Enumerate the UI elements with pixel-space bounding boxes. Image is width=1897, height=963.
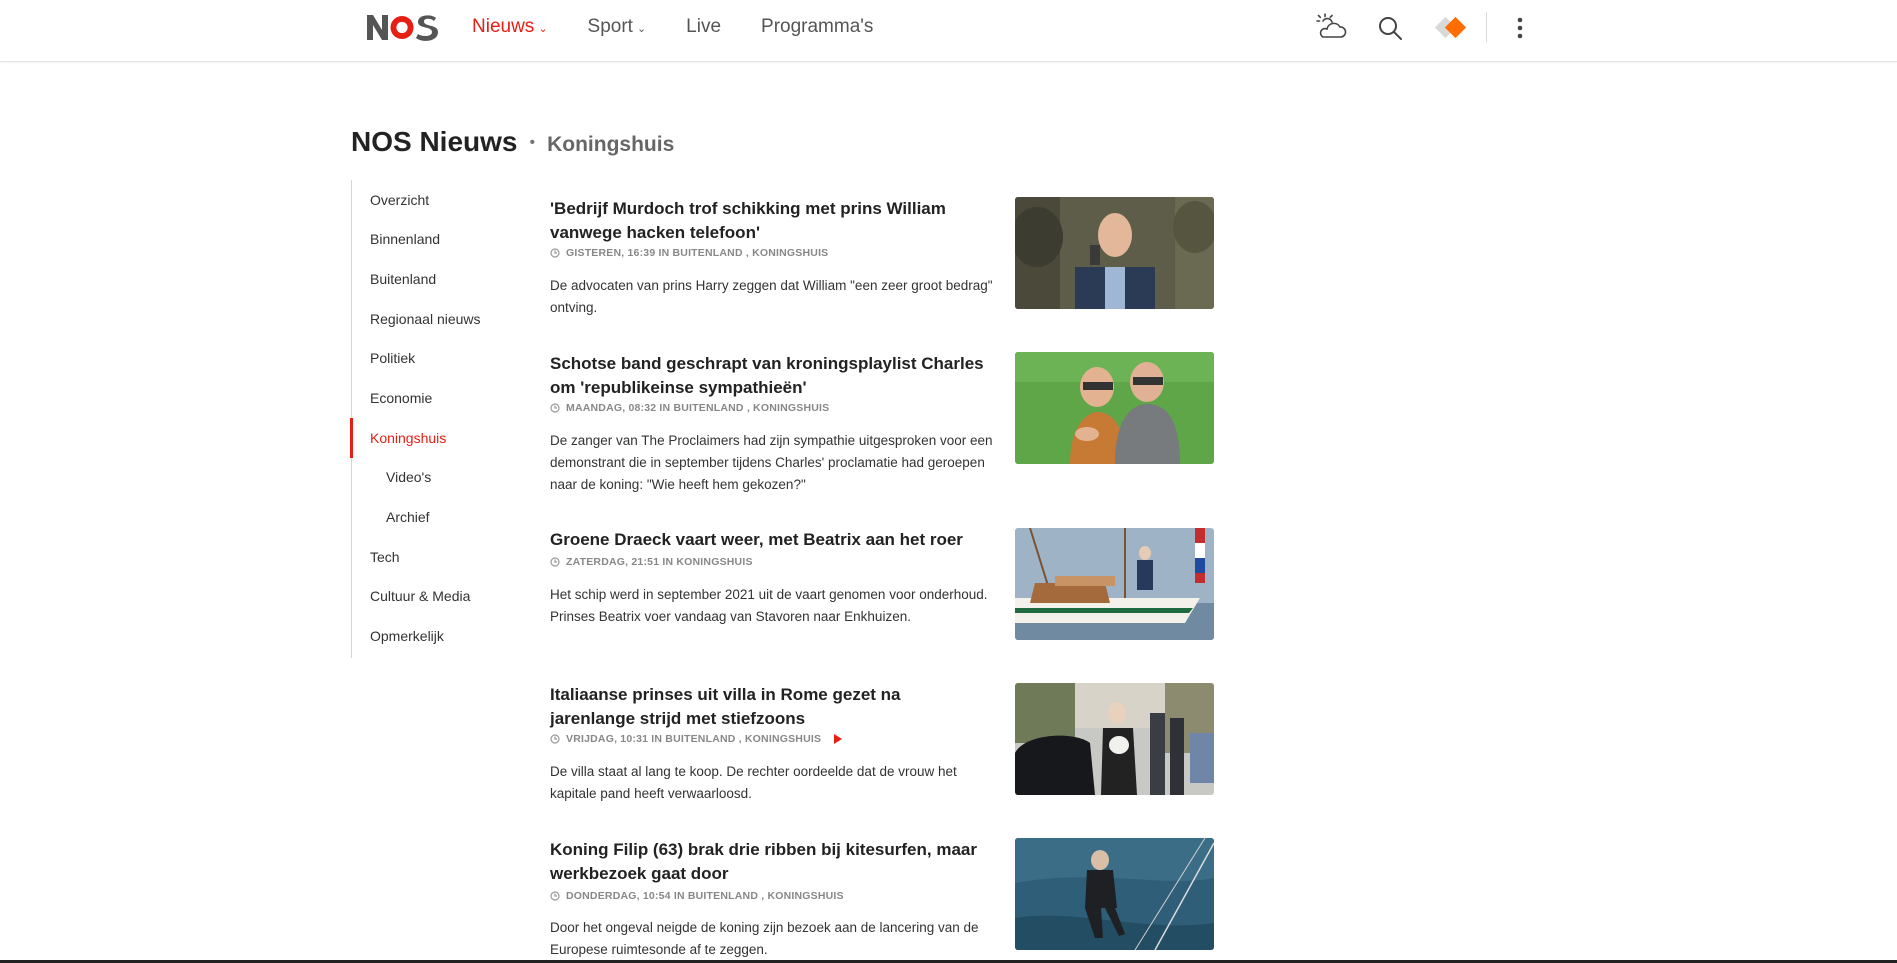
chevron-down-icon: ⌄ [636,23,647,35]
nav-sport-label: Sport [587,16,633,37]
article-title[interactable]: 'Bedrijf Murdoch trof schikking met prin… [550,197,990,245]
clock-icon [550,734,560,744]
nav-live[interactable]: Live [686,15,721,39]
chevron-down-icon: ⌄ [538,23,548,35]
section-sidebar: Overzicht Binnenland Buitenland Regionaa… [350,180,511,658]
clock-icon [550,403,560,413]
sidebar-item-binnenland[interactable]: Binnenland [352,227,440,251]
article-meta: ZATERDAG, 21:51 IN KONINGSHUIS [550,556,753,568]
sidebar-item-buitenland[interactable]: Buitenland [352,267,436,291]
sidebar-item-videos[interactable]: Video's [352,465,431,489]
nos-logo[interactable] [366,12,439,42]
nav-nieuws-label: Nieuws [472,16,535,37]
title-separator: • [529,134,536,151]
video-play-icon [833,734,843,744]
article-item[interactable]: Groene Draeck vaart weer, met Beatrix aa… [550,528,1215,648]
article-title[interactable]: Schotse band geschrapt van kroningsplayl… [550,352,990,400]
article-summary: De villa staat al lang te koop. De recht… [550,764,957,801]
article-item[interactable]: Italiaanse prinses uit villa in Rome gez… [550,683,1215,807]
nav-sport[interactable]: Sport ⌄ [588,15,647,39]
sidebar-item-regionaal-nieuws[interactable]: Regionaal nieuws [352,307,481,331]
clock-icon [550,557,560,567]
sidebar-item-koningshuis[interactable]: Koningshuis [350,418,446,458]
article-summary: Het schip werd in september 2021 uit de … [550,587,988,624]
article-item[interactable]: Koning Filip (63) brak drie ribben bij k… [550,838,1215,960]
nav-programmas[interactable]: Programma's [761,15,873,39]
article-timestamp: MAANDAG, 08:32 IN BUITENLAND , KONINGSHU… [566,402,830,414]
article-thumbnail[interactable] [1015,838,1214,950]
article-thumbnail[interactable] [1015,352,1214,464]
search-icon[interactable] [1375,13,1405,43]
sidebar-item-politiek[interactable]: Politiek [352,346,415,370]
sidebar-item-economie[interactable]: Economie [352,386,432,410]
header-divider [1486,12,1487,42]
article-timestamp: DONDERDAG, 10:54 IN BUITENLAND , KONINGS… [566,890,844,902]
article-meta: DONDERDAG, 10:54 IN BUITENLAND , KONINGS… [550,890,844,902]
npo-start-icon[interactable] [1434,13,1470,43]
clock-icon [550,248,560,258]
article-title[interactable]: Italiaanse prinses uit villa in Rome gez… [550,683,990,731]
nav-live-label: Live [686,16,722,37]
nav-programmas-label: Programma's [761,16,874,37]
article-timestamp: VRIJDAG, 10:31 IN BUITENLAND , KONINGSHU… [566,733,822,745]
clock-icon [550,891,560,901]
article-item[interactable]: Schotse band geschrapt van kroningsplayl… [550,352,1215,492]
page-title-section[interactable]: Koningshuis [547,133,674,157]
article-summary: De advocaten van prins Harry zeggen dat … [550,278,993,315]
top-navigation-bar: Nieuws ⌄ Sport ⌄ Live Programma's [0,0,1897,62]
article-timestamp: ZATERDAG, 21:51 IN KONINGSHUIS [566,556,753,568]
more-icon[interactable] [1509,13,1531,43]
article-summary: Door het ongeval neigde de koning zijn b… [550,920,979,957]
weather-icon[interactable] [1312,13,1348,43]
sidebar-item-archief[interactable]: Archief [352,505,430,529]
page-title-main[interactable]: NOS Nieuws [351,126,517,158]
nav-nieuws[interactable]: Nieuws ⌄ [472,15,548,39]
sidebar-item-opmerkelijk[interactable]: Opmerkelijk [352,624,444,648]
article-meta: VRIJDAG, 10:31 IN BUITENLAND , KONINGSHU… [550,733,843,745]
article-meta: GISTEREN, 16:39 IN BUITENLAND , KONINGSH… [550,247,828,259]
article-timestamp: GISTEREN, 16:39 IN BUITENLAND , KONINGSH… [566,247,829,259]
article-thumbnail[interactable] [1015,683,1214,795]
article-meta: MAANDAG, 08:32 IN BUITENLAND , KONINGSHU… [550,402,829,414]
page-title: NOS Nieuws • Koningshuis [351,126,674,158]
article-title[interactable]: Koning Filip (63) brak drie ribben bij k… [550,838,990,886]
article-summary: De zanger van The Proclaimers had zijn s… [550,433,993,492]
main-nav: Nieuws ⌄ Sport ⌄ Live Programma's [472,15,913,39]
sidebar-item-tech[interactable]: Tech [352,545,400,569]
sidebar-item-overzicht[interactable]: Overzicht [352,188,429,212]
article-thumbnail[interactable] [1015,528,1214,640]
article-title[interactable]: Groene Draeck vaart weer, met Beatrix aa… [550,528,990,552]
article-item[interactable]: 'Bedrijf Murdoch trof schikking met prin… [550,197,1215,321]
article-thumbnail[interactable] [1015,197,1214,309]
sidebar-item-cultuur-media[interactable]: Cultuur & Media [352,584,470,608]
